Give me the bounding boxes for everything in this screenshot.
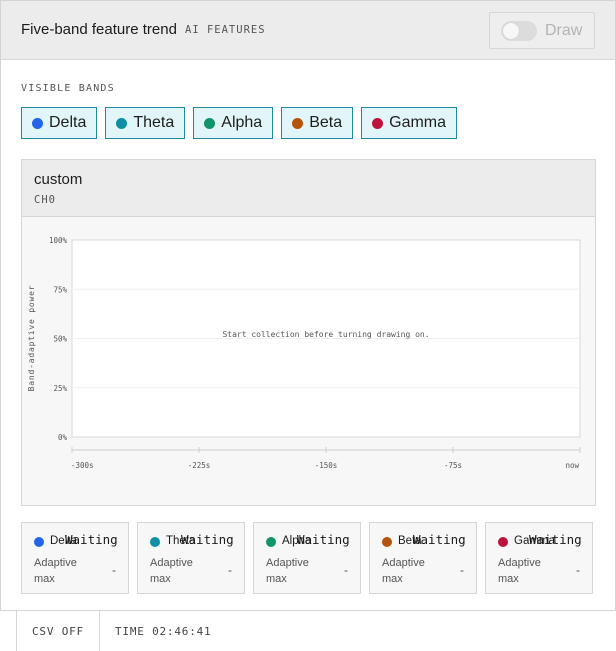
chart-card-channel: CH0 xyxy=(34,194,56,206)
x-tick-label: -300s xyxy=(71,461,94,470)
stat-status: Waiting xyxy=(297,532,350,547)
band-chip-label: Gamma xyxy=(389,114,447,131)
status-footer: CSV OFF TIME 02:46:41 xyxy=(16,611,226,651)
stat-value: - xyxy=(344,563,348,577)
stat-value: - xyxy=(460,563,464,577)
stat-status: Waiting xyxy=(413,532,466,547)
draw-label: Draw xyxy=(545,22,583,39)
x-tick-label: -75s xyxy=(444,461,462,470)
chart-card: custom CH0 100% 75% 50% 25% 0% -300s -225s -15… xyxy=(21,159,596,506)
band-chip-label: Theta xyxy=(133,114,175,131)
band-chip-alpha[interactable]: Alpha xyxy=(193,107,274,139)
band-chip-gamma[interactable]: Gamma xyxy=(361,107,458,139)
y-tick-label: 50% xyxy=(53,335,67,344)
stat-value: - xyxy=(228,563,232,577)
visible-bands-label: VISIBLE BANDS xyxy=(21,83,115,94)
band-chip-theta[interactable]: Theta xyxy=(105,107,186,139)
band-chip-beta[interactable]: Beta xyxy=(281,107,354,139)
band-chip-label: Beta xyxy=(309,114,343,131)
csv-status[interactable]: CSV OFF xyxy=(16,611,99,651)
x-tick-label: -150s xyxy=(315,461,338,470)
y-tick-label: 75% xyxy=(53,285,67,294)
stat-status: Waiting xyxy=(65,532,118,547)
stat-card-delta: Delta Waiting Adaptive max - xyxy=(21,522,129,594)
stat-value: - xyxy=(112,563,116,577)
stat-caption: Adaptive max xyxy=(498,557,541,585)
band-color-dot xyxy=(292,117,304,129)
trend-chart: 100% 75% 50% 25% 0% -300s -225s -150s -75s now B… xyxy=(27,236,581,470)
band-chip-label: Alpha xyxy=(221,114,263,131)
band-color-dot xyxy=(32,117,43,129)
stat-caption: Adaptive max xyxy=(150,557,193,585)
draw-toggle-button[interactable]: Draw xyxy=(489,12,595,49)
band-color-dot xyxy=(266,537,276,547)
band-color-dot xyxy=(204,117,216,129)
stat-card-theta: Theta Waiting Adaptive max - xyxy=(137,522,245,594)
stat-card-alpha: Alpha Waiting Adaptive max - xyxy=(253,522,361,594)
y-axis-label: Band-adaptive power xyxy=(27,285,36,392)
band-stats-row: Delta Waiting Adaptive max - Theta Waiti… xyxy=(21,522,593,594)
stat-card-beta: Beta Waiting Adaptive max - xyxy=(369,522,477,594)
y-axis-ticks: 100% 75% 50% 25% 0% xyxy=(49,236,68,442)
band-color-dot xyxy=(116,117,128,129)
toggle-knob xyxy=(503,23,519,39)
stat-status: Waiting xyxy=(529,532,582,547)
band-chip-delta[interactable]: Delta xyxy=(21,107,98,139)
time-readout: TIME 02:46:41 xyxy=(98,611,227,651)
band-color-dot xyxy=(34,537,44,547)
y-tick-label: 100% xyxy=(49,236,68,245)
chart-card-title: custom xyxy=(34,171,83,188)
stat-caption: Adaptive max xyxy=(34,557,77,585)
panel-title: Five-band feature trend xyxy=(21,21,177,38)
band-color-dot xyxy=(150,537,160,547)
feature-trend-panel: Five-band feature trend AI FEATURES Draw… xyxy=(0,0,616,611)
draw-toggle-switch[interactable] xyxy=(501,21,537,41)
x-tick-label: -225s xyxy=(188,461,211,470)
panel-header: Five-band feature trend AI FEATURES Draw xyxy=(1,1,615,60)
panel-tag: AI FEATURES xyxy=(185,24,266,36)
empty-chart-message: Start collection before turning drawing … xyxy=(222,330,429,339)
stat-card-gamma: Gamma Waiting Adaptive max - xyxy=(485,522,593,594)
x-tick-label: now xyxy=(565,461,579,470)
stat-caption: Adaptive max xyxy=(266,557,309,585)
stat-caption: Adaptive max xyxy=(382,557,425,585)
band-color-dot xyxy=(382,537,392,547)
chart-card-header: custom CH0 xyxy=(22,160,595,217)
y-tick-label: 0% xyxy=(58,433,68,442)
band-color-dot xyxy=(372,117,384,129)
band-chip-label: Delta xyxy=(49,114,87,131)
y-tick-label: 25% xyxy=(53,384,67,393)
stat-value: - xyxy=(576,563,580,577)
stat-status: Waiting xyxy=(181,532,234,547)
band-chip-list: Delta Theta Alpha Beta Gamma xyxy=(21,107,458,139)
band-color-dot xyxy=(498,537,508,547)
